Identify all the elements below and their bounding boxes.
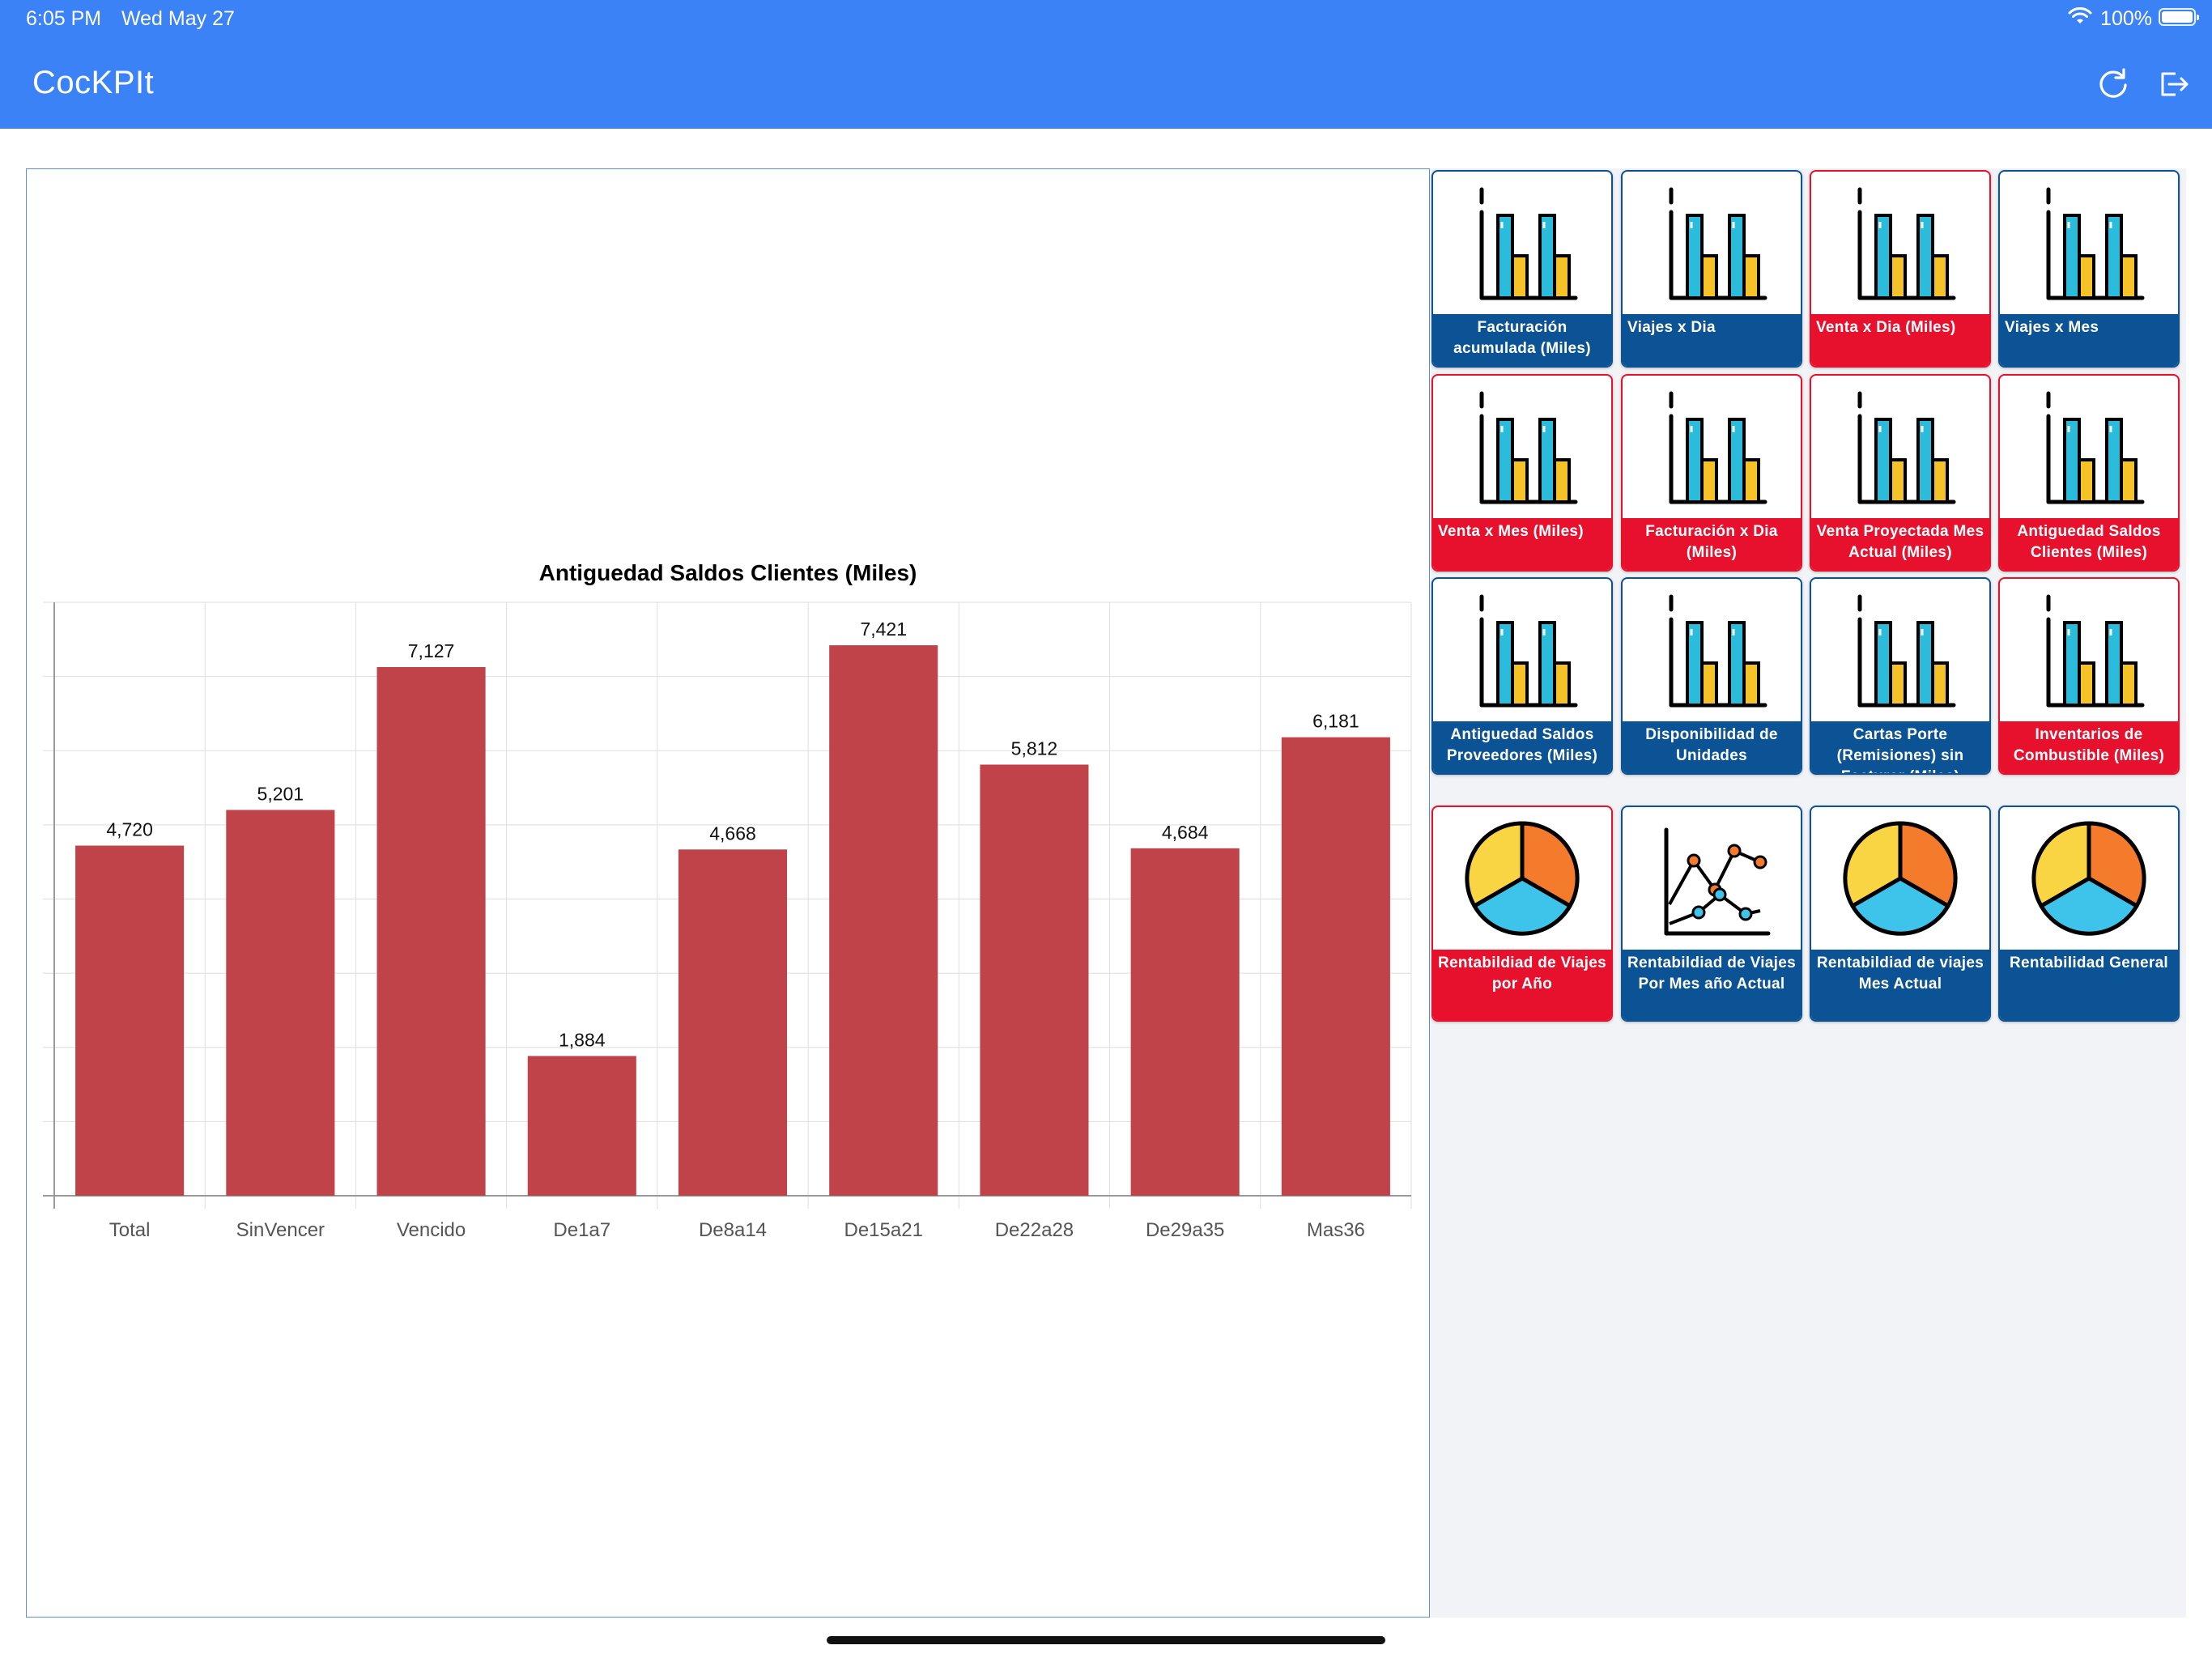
bar-de1a7 [527, 1056, 636, 1196]
x-tick-label: De15a21 [844, 1219, 923, 1241]
report-tile[interactable]: Rentabildiad de Viajes Por Mes año Actua… [1621, 806, 1802, 1022]
bar-chart: 4,720 Total 5,201 SinVencer 7,127 Vencido 1,88… [43, 602, 1412, 1241]
line-chart-icon [1623, 807, 1801, 950]
bar-vencido [376, 666, 486, 1196]
home-indicator [827, 1636, 1385, 1644]
tile-label: Facturación x Dia (Miles) [1623, 518, 1801, 570]
data-label: 4,720 [106, 819, 153, 840]
data-label: 4,668 [709, 823, 756, 844]
tile-label: Venta x Mes (Miles) [1433, 518, 1611, 570]
tile-label: Rentabildiad de Viajes por Año [1433, 950, 1611, 1020]
report-tile[interactable]: Rentabildiad de Viajes por Año [1431, 806, 1613, 1022]
tile-label: Facturación acumulada (Miles) [1433, 314, 1611, 366]
data-label: 7,127 [408, 640, 455, 661]
report-tile[interactable]: Rentabildiad de viajes Mes Actual [1810, 806, 1991, 1022]
bar-chart-icon [1433, 579, 1611, 721]
report-tile[interactable]: Venta x Mes (Miles) [1431, 374, 1613, 572]
x-tick-label: SinVencer [236, 1219, 325, 1241]
x-tick-label: Total [109, 1219, 151, 1241]
report-tile[interactable]: Antiguedad Saldos Proveedores (Miles) [1431, 577, 1613, 775]
bar-sinvencer [226, 810, 335, 1196]
top-bar: 6:05 PM Wed May 27 100% CocKPIt [0, 0, 2212, 129]
bar-chart-icon [2000, 172, 2178, 314]
bar-de29a35 [1130, 848, 1240, 1196]
data-label: 7,421 [860, 619, 907, 640]
bar-chart-icon [1623, 376, 1801, 518]
x-tick-label: Mas36 [1307, 1219, 1365, 1241]
tile-label: Venta x Dia (Miles) [1811, 314, 1989, 366]
report-tile[interactable]: Viajes x Dia [1621, 170, 1802, 368]
tile-label: Rentabildiad de Viajes Por Mes año Actua… [1623, 950, 1801, 1020]
pie-chart-icon [1433, 807, 1611, 950]
bar-de15a21 [829, 645, 938, 1196]
bar-chart-icon [1623, 172, 1801, 314]
logout-button[interactable] [2154, 65, 2193, 104]
report-tile[interactable]: Facturación acumulada (Miles) [1431, 170, 1613, 368]
x-tick-label: De1a7 [553, 1219, 610, 1241]
x-tick-label: De29a35 [1146, 1219, 1224, 1241]
report-tile[interactable]: Cartas Porte (Remisiones) sin Facturar (… [1810, 577, 1991, 775]
status-right: 100% [2068, 7, 2152, 31]
chart-panel: Antiguedad Saldos Clientes (Miles) 4,720… [26, 168, 1430, 1618]
tile-label: Venta Proyectada Mes Actual (Miles) [1811, 518, 1989, 570]
bar-chart-icon [2000, 579, 2178, 721]
report-tile[interactable]: Inventarios de Combustible (Miles) [1998, 577, 2180, 775]
bar-chart-icon [1811, 172, 1989, 314]
report-tile[interactable]: Viajes x Mes [1998, 170, 2180, 368]
bar-chart-icon [1811, 579, 1989, 721]
data-label: 4,684 [1162, 822, 1209, 843]
bar-chart-icon [1623, 579, 1801, 721]
report-tile[interactable]: Venta Proyectada Mes Actual (Miles) [1810, 374, 1991, 572]
bar-de8a14 [678, 849, 788, 1196]
battery-icon [2159, 8, 2199, 26]
refresh-icon [2099, 68, 2127, 98]
bar-chart-icon [1811, 376, 1989, 518]
tile-label: Rentabildiad de viajes Mes Actual [1811, 950, 1989, 1020]
report-tile[interactable]: Disponibilidad de Unidades [1621, 577, 1802, 775]
tile-label: Disponibilidad de Unidades [1623, 721, 1801, 773]
status-time: 6:05 PM [26, 7, 102, 30]
bar-de22a28 [980, 764, 1089, 1196]
report-tile[interactable]: Rentabilidad General [1998, 806, 2180, 1022]
report-tile[interactable]: Facturación x Dia (Miles) [1621, 374, 1802, 572]
data-label: 5,812 [1011, 738, 1058, 759]
refresh-button[interactable] [2094, 65, 2133, 104]
wifi-icon [2068, 7, 2092, 31]
battery-percent: 100% [2100, 7, 2152, 30]
tile-label: Rentabilidad General [2000, 950, 2178, 1020]
bar-chart-icon [1433, 376, 1611, 518]
pie-chart-icon [1811, 807, 1989, 950]
bar-chart-icon [1433, 172, 1611, 314]
app-title: CocKPIt [32, 65, 155, 100]
tile-label: Inventarios de Combustible (Miles) [2000, 721, 2178, 773]
x-tick-label: Vencido [397, 1219, 466, 1241]
x-tick-label: De8a14 [699, 1219, 767, 1241]
x-tick-label: De22a28 [995, 1219, 1074, 1241]
report-tiles-area: Facturación acumulada (Miles) Viajes x D… [1430, 168, 2186, 1618]
bar-total [75, 845, 185, 1196]
tile-label: Antiguedad Saldos Proveedores (Miles) [1433, 721, 1611, 773]
tile-label: Viajes x Mes [2000, 314, 2178, 366]
status-date: Wed May 27 [121, 7, 235, 30]
report-tile[interactable]: Antiguedad Saldos Clientes (Miles) [1998, 374, 2180, 572]
bar-mas36 [1281, 737, 1390, 1196]
report-tile[interactable]: Venta x Dia (Miles) [1810, 170, 1991, 368]
data-label: 5,201 [257, 783, 304, 804]
data-label: 6,181 [1312, 711, 1359, 732]
tile-label: Viajes x Dia [1623, 314, 1801, 366]
tile-label: Cartas Porte (Remisiones) sin Facturar (… [1811, 721, 1989, 773]
data-label: 1,884 [559, 1029, 606, 1050]
tile-label: Antiguedad Saldos Clientes (Miles) [2000, 518, 2178, 570]
logout-icon [2161, 72, 2189, 96]
pie-chart-icon [2000, 807, 2178, 950]
bar-chart-icon [2000, 376, 2178, 518]
